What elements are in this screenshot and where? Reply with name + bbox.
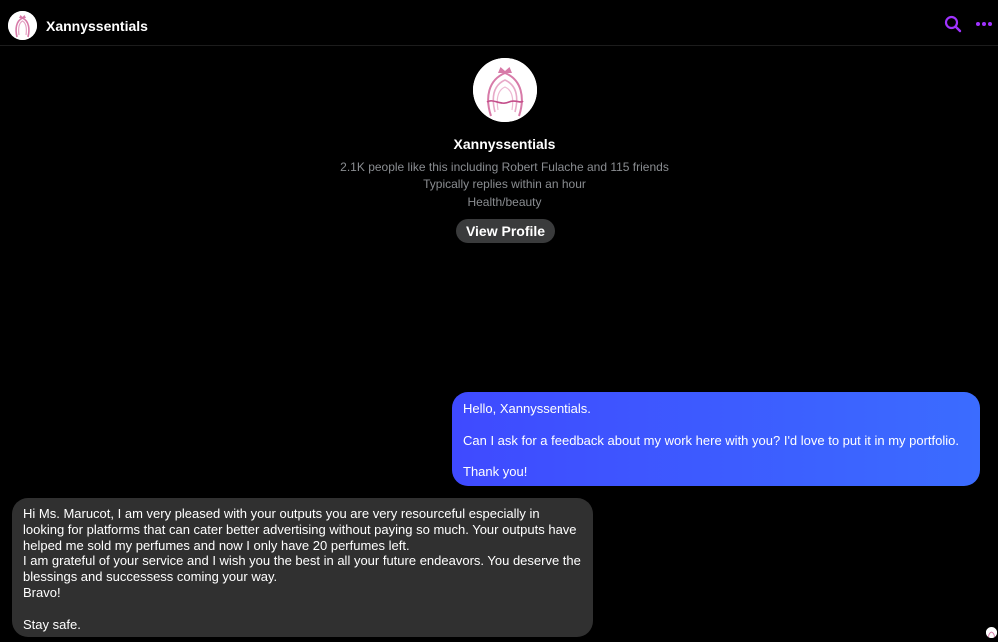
message-line: Can I ask for a feedback about my work h… [463, 432, 960, 448]
incoming-message-bubble[interactable]: Hi Ms. Marucot, I am very pleased with y… [12, 498, 593, 637]
profile-avatar[interactable] [473, 58, 537, 122]
message-line: Thank you! [463, 464, 528, 479]
more-icon [976, 22, 992, 26]
search-icon [944, 15, 962, 33]
avatar-logo-icon [8, 11, 37, 40]
more-options-button[interactable] [972, 12, 996, 36]
seen-avatar [986, 627, 997, 638]
profile-name: Xannyssentials [453, 136, 556, 152]
message-line: Hello, Xannyssentials. [463, 401, 591, 416]
page-avatar[interactable] [8, 11, 37, 40]
profile-logo-icon [473, 58, 537, 122]
chat-header: Xannyssentials [0, 0, 998, 46]
search-button[interactable] [941, 12, 965, 36]
view-profile-button[interactable]: View Profile [456, 219, 555, 243]
outgoing-message-bubble[interactable]: Hello, Xannyssentials. Can I ask for a f… [452, 392, 980, 486]
seen-avatar-icon [986, 629, 997, 638]
header-title[interactable]: Xannyssentials [46, 17, 148, 35]
likes-line: 2.1K people like this including Robert F… [340, 160, 669, 174]
reply-time: Typically replies within an hour [423, 177, 586, 191]
page-category: Health/beauty [467, 195, 542, 209]
